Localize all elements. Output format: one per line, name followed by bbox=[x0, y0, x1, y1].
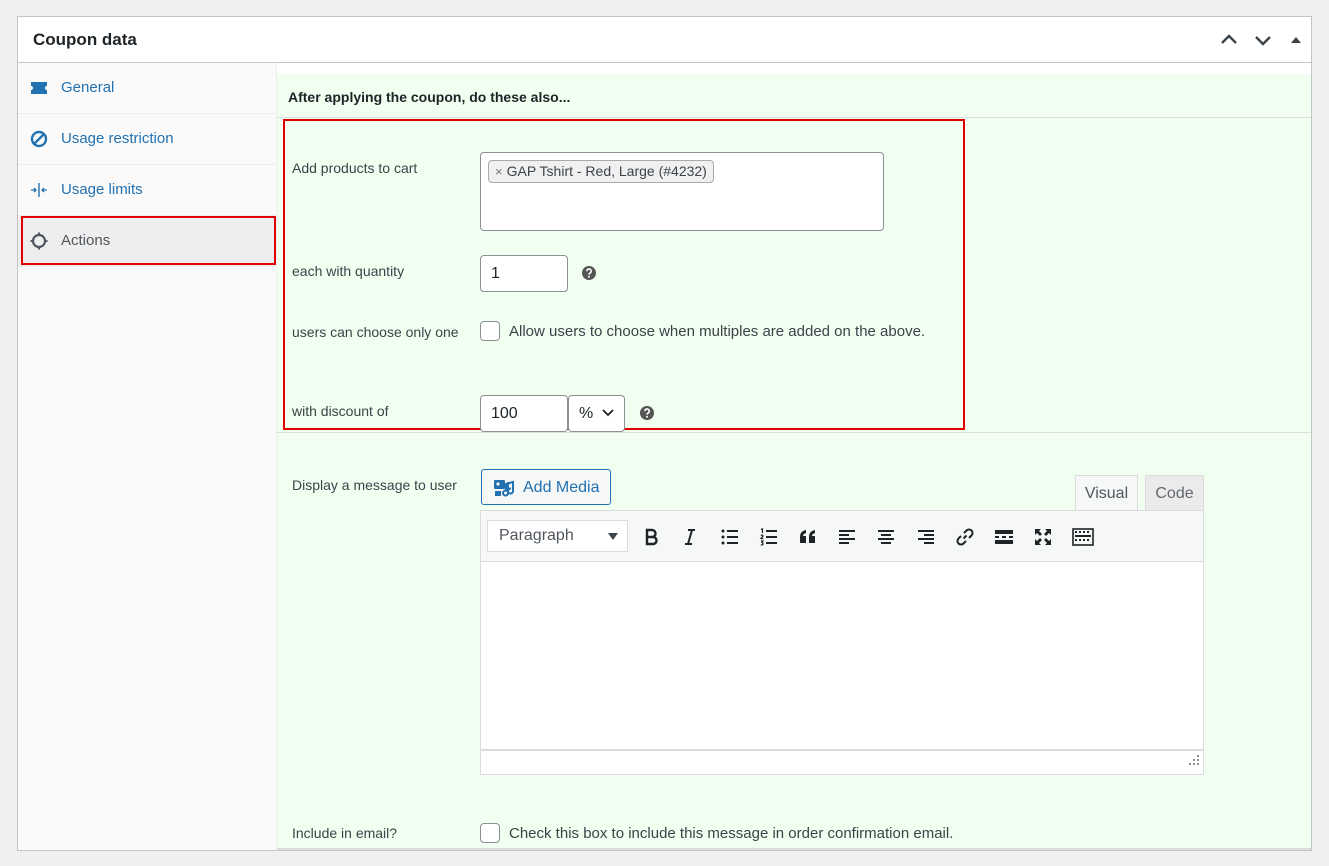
message-label: Display a message to user bbox=[292, 477, 457, 493]
italic-icon[interactable] bbox=[676, 523, 704, 551]
editor-toolbar: Paragraph bbox=[480, 510, 1204, 562]
panel-bottom-border bbox=[277, 848, 1311, 850]
collapse-toggle-icon[interactable] bbox=[1285, 29, 1307, 51]
choose-one-checkbox-label: Allow users to choose when multiples are… bbox=[509, 323, 926, 340]
discount-type-select[interactable]: % bbox=[568, 395, 625, 432]
add-media-label: Add Media bbox=[523, 479, 600, 496]
discount-help-icon[interactable] bbox=[639, 405, 655, 421]
discount-label: with discount of bbox=[292, 403, 389, 419]
dropdown-arrow-icon bbox=[608, 533, 618, 540]
format-select-value: Paragraph bbox=[499, 527, 574, 544]
choose-one-checkbox[interactable] bbox=[480, 321, 500, 341]
panel-header: Coupon data bbox=[18, 17, 1311, 63]
selected-product-chip: × GAP Tshirt - Red, Large (#4232) bbox=[488, 160, 714, 183]
add-products-label: Add products to cart bbox=[292, 160, 418, 176]
message-editor-body[interactable] bbox=[480, 562, 1204, 750]
paragraph-format-select[interactable]: Paragraph bbox=[487, 520, 628, 552]
actions-panel: After applying the coupon, do these also… bbox=[277, 74, 1311, 850]
actions-section-title: After applying the coupon, do these also… bbox=[288, 89, 571, 105]
chevron-down-icon bbox=[602, 409, 614, 417]
discount-type-value: % bbox=[579, 405, 594, 422]
blockquote-icon[interactable] bbox=[794, 523, 822, 551]
discount-input[interactable]: 100 bbox=[480, 395, 568, 432]
include-email-checkbox-label: Check this box to include this message i… bbox=[509, 825, 954, 842]
actions-section-header: After applying the coupon, do these also… bbox=[277, 74, 1311, 118]
move-up-icon[interactable] bbox=[1218, 29, 1240, 51]
include-email-checkbox[interactable] bbox=[480, 823, 500, 843]
move-down-icon[interactable] bbox=[1252, 29, 1274, 51]
editor-status-bar bbox=[480, 750, 1204, 775]
block-icon bbox=[30, 130, 48, 148]
align-center-icon[interactable] bbox=[872, 523, 900, 551]
toolbar-toggle-icon[interactable] bbox=[1069, 523, 1097, 551]
quantity-label: each with quantity bbox=[292, 263, 405, 279]
quantity-help-icon[interactable] bbox=[581, 265, 597, 281]
tab-general-label: General bbox=[61, 79, 115, 96]
tab-visual[interactable]: Visual bbox=[1075, 475, 1138, 511]
tab-usage-limits[interactable]: Usage limits bbox=[18, 165, 276, 216]
tab-usage-restriction-label: Usage restriction bbox=[61, 130, 174, 147]
panel-title: Coupon data bbox=[33, 30, 137, 49]
quantity-input[interactable]: 1 bbox=[480, 255, 568, 292]
actions-tab-highlight bbox=[21, 216, 276, 265]
numbered-list-icon[interactable] bbox=[755, 523, 783, 551]
add-products-select[interactable]: × GAP Tshirt - Red, Large (#4232) bbox=[480, 152, 884, 231]
align-right-icon[interactable] bbox=[912, 523, 940, 551]
tab-usage-restriction[interactable]: Usage restriction bbox=[18, 114, 276, 165]
include-email-label: Include in email? bbox=[292, 825, 398, 841]
tab-code[interactable]: Code bbox=[1145, 475, 1204, 511]
fullscreen-icon[interactable] bbox=[1029, 523, 1057, 551]
read-more-icon[interactable] bbox=[990, 523, 1018, 551]
choose-one-label: users can choose only one bbox=[292, 324, 459, 340]
resize-handle-icon[interactable] bbox=[1188, 753, 1200, 771]
chip-remove-icon[interactable]: × bbox=[495, 164, 503, 179]
selected-product-label: GAP Tshirt - Red, Large (#4232) bbox=[506, 163, 707, 179]
tab-usage-limits-label: Usage limits bbox=[61, 181, 143, 198]
section-divider bbox=[277, 432, 1311, 433]
add-media-button[interactable]: Add Media bbox=[481, 469, 611, 505]
media-icon bbox=[493, 478, 515, 503]
coupon-data-panel: Coupon data General Usage restriction Us… bbox=[17, 16, 1312, 851]
ticket-icon bbox=[30, 79, 48, 97]
bold-icon[interactable] bbox=[637, 523, 665, 551]
bullet-list-icon[interactable] bbox=[716, 523, 744, 551]
link-icon[interactable] bbox=[951, 523, 979, 551]
arrows-in-icon bbox=[30, 181, 48, 199]
align-left-icon[interactable] bbox=[833, 523, 861, 551]
coupon-tabs-sidebar: General Usage restriction Usage limits A… bbox=[18, 63, 277, 850]
tab-general[interactable]: General bbox=[18, 63, 276, 114]
